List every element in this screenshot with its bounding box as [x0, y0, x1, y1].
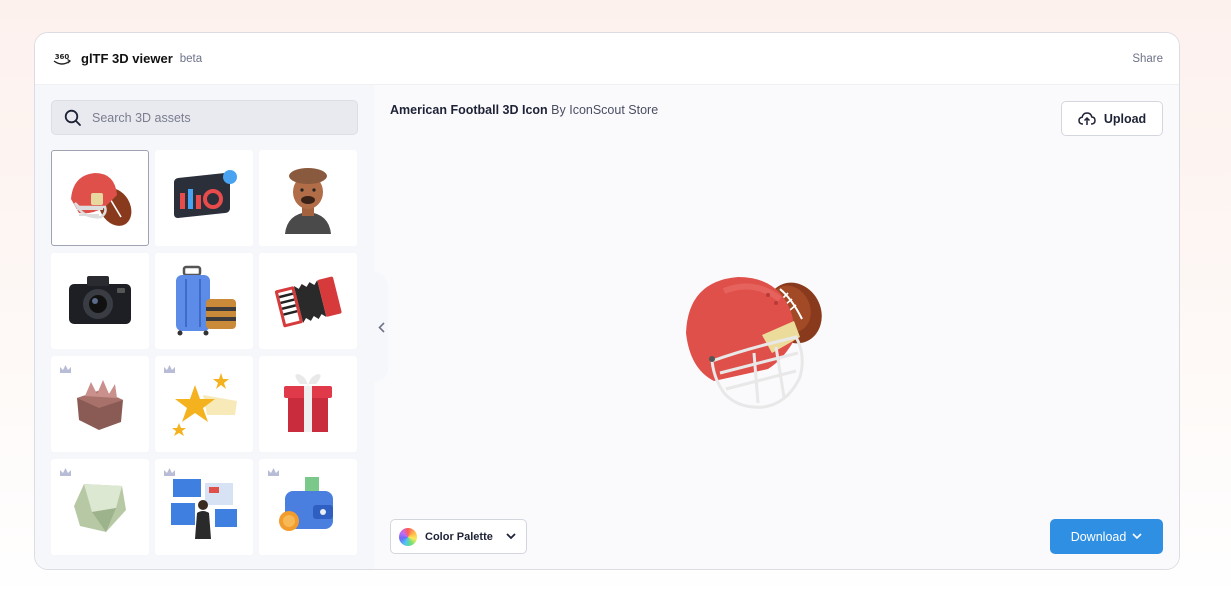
crown-icon [164, 468, 175, 476]
asset-tile[interactable] [51, 150, 149, 246]
beta-badge: beta [179, 52, 203, 65]
upload-label: Upload [1103, 111, 1147, 126]
collapse-sidebar-button[interactable] [374, 272, 388, 382]
wallet-icon [279, 477, 333, 531]
asset-tile[interactable] [259, 253, 357, 349]
share-link[interactable]: Share [1132, 53, 1163, 65]
analytics-dashboard-icon [174, 170, 237, 218]
asset-tile[interactable] [155, 356, 253, 452]
asset-grid [51, 150, 358, 555]
avatar-man-beret-icon [285, 168, 331, 234]
search-box[interactable] [51, 100, 358, 135]
palette-label: Color Palette [425, 530, 493, 543]
download-button[interactable]: Download [1050, 519, 1163, 554]
asset-name: American Football 3D Icon [390, 103, 548, 117]
model-viewer: American Football 3D Icon By IconScout S… [374, 85, 1179, 569]
download-label: Download [1070, 529, 1127, 544]
crown-icon [268, 468, 279, 476]
asset-title: American Football 3D Icon By IconScout S… [390, 103, 658, 117]
asset-tile[interactable] [155, 459, 253, 555]
asset-tile[interactable] [259, 356, 357, 452]
asset-tile[interactable] [51, 459, 149, 555]
green-shape-icon [74, 484, 126, 532]
luggage-icon [176, 265, 236, 336]
presentation-board-icon [171, 479, 237, 539]
asset-tile[interactable] [51, 356, 149, 452]
chevron-down-icon [506, 533, 516, 540]
asset-tile[interactable] [259, 459, 357, 555]
app-title: glTF 3D viewer [81, 51, 173, 66]
crown-icon [60, 468, 71, 476]
asset-sidebar [35, 85, 374, 569]
asset-tile[interactable] [155, 253, 253, 349]
search-icon [64, 109, 81, 126]
crown-icon [60, 365, 71, 373]
accordion-icon [274, 276, 342, 328]
upload-button[interactable]: Upload [1061, 101, 1163, 136]
gift-box-icon [284, 374, 332, 432]
shooting-stars-icon [172, 373, 237, 436]
camera-icon [69, 276, 131, 324]
crown-icon [164, 365, 175, 373]
asset-author: By IconScout Store [551, 103, 659, 117]
chevron-down-icon [1132, 533, 1142, 540]
color-palette-button[interactable]: Color Palette [390, 519, 527, 554]
asset-tile[interactable] [155, 150, 253, 246]
chevron-left-icon [377, 321, 385, 333]
viewer-window: 360 glTF 3D viewer beta Share Search 3D … [34, 32, 1180, 570]
top-bar: 360 glTF 3D viewer beta Share [35, 33, 1179, 85]
asset-tile[interactable] [51, 253, 149, 349]
football-helmet-icon [71, 173, 132, 226]
gem-box-icon [77, 380, 123, 430]
3d-model-preview[interactable] [684, 273, 826, 421]
svg-text:360: 360 [55, 53, 70, 61]
asset-tile[interactable] [259, 150, 357, 246]
cloud-upload-icon [1078, 111, 1096, 125]
search-input[interactable] [92, 110, 332, 125]
color-wheel-icon [399, 527, 417, 546]
360-icon: 360 [51, 48, 73, 70]
